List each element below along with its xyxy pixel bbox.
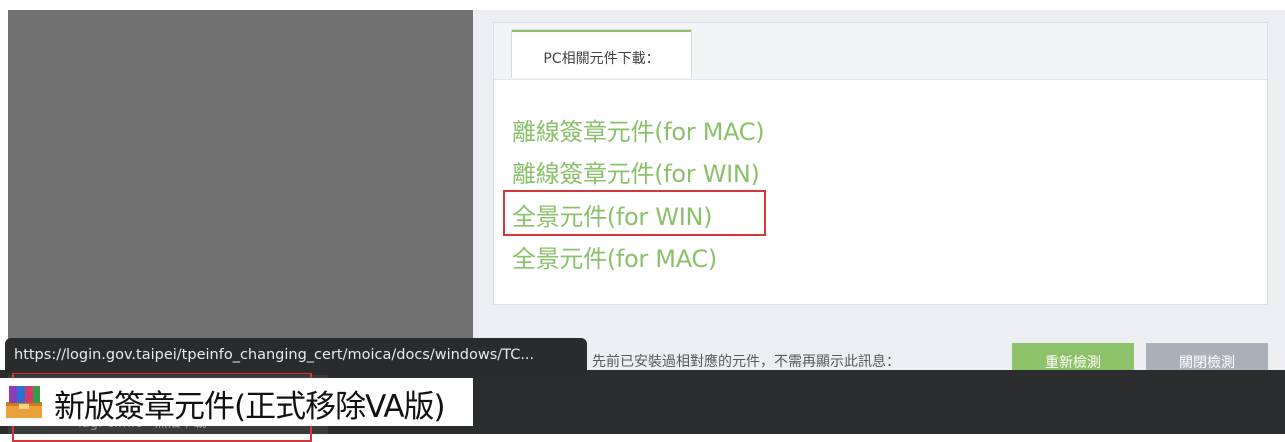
downloaded-file[interactable]: 新版簽章元件(正式移除VA版) [0,378,473,426]
annotation-highlight-box [503,190,766,236]
link-hicos-mac[interactable]: 全景元件(for MAC) [512,239,717,274]
tab-active-indicator [512,30,691,32]
tab-label: PC相關元件下載： [543,51,660,67]
winrar-archive-icon [6,386,42,418]
link-offline-sign-win[interactable]: 離線簽章元件(for WIN) [512,154,760,189]
page-left-overlay [8,10,473,345]
download-panel: PC相關元件下載： 離線簽章元件(for MAC) 離線簽章元件(for WIN… [493,22,1268,305]
tab-pc-downloads[interactable]: PC相關元件下載： [511,29,692,78]
status-bar-url: https://login.gov.taipei/tpeinfo_changin… [5,338,587,373]
downloaded-file-name: 新版簽章元件(正式移除VA版) [54,389,446,425]
link-offline-sign-mac[interactable]: 離線簽章元件(for MAC) [512,112,765,147]
panel-header: PC相關元件下載： [494,23,1267,80]
installed-notice: 先前已安裝過相對應的元件，不需再顯示此訊息： [592,354,900,370]
